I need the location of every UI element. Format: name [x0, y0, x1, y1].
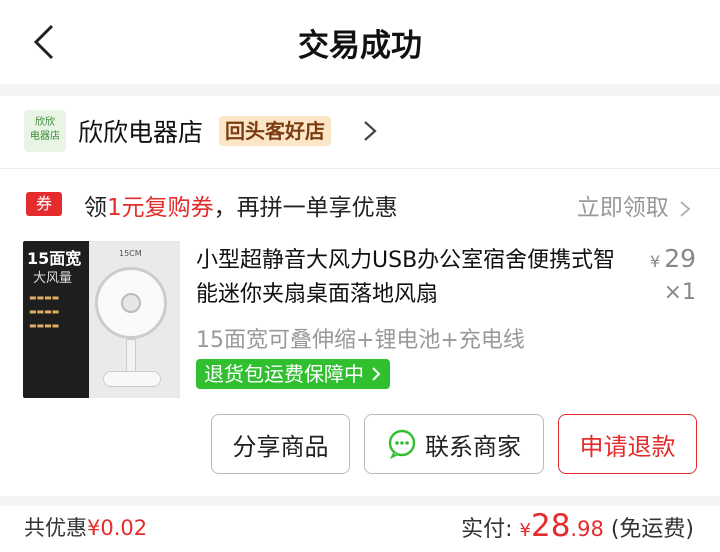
paid-amount: ¥28.98 — [519, 508, 604, 544]
product-quantity: ×1 — [663, 280, 696, 305]
payment-summary: 共优惠¥0.02 实付: ¥28.98 (免运费) — [0, 506, 720, 552]
coupon-suffix: ，再拼一单享优惠 — [213, 195, 398, 221]
claim-coupon-label: 立即领取 — [576, 195, 669, 221]
contact-seller-label: 联系商家 — [425, 432, 521, 461]
paid-integer: 28 — [530, 508, 571, 544]
chevron-right-icon[interactable] — [359, 118, 381, 144]
chevron-right-icon — [680, 200, 691, 217]
savings-summary: 共优惠¥0.02 — [24, 512, 147, 542]
store-logo[interactable]: 欣欣 电器店 — [24, 110, 66, 152]
request-refund-button[interactable]: 申请退款 — [558, 414, 697, 474]
coupon-highlight: 1元复购券 — [107, 195, 214, 221]
paid-summary: 实付: ¥28.98 (免运费) — [461, 508, 694, 544]
store-logo-line2: 电器店 — [30, 131, 60, 142]
divider — [0, 168, 720, 169]
page-title: 交易成功 — [298, 28, 422, 64]
product-image-size: 15CM — [119, 249, 142, 258]
contact-seller-button[interactable]: 联系商家 — [364, 414, 544, 474]
product-image[interactable]: 15面宽 大风量 15CM ▬▬▬▬ ▬▬▬▬ ▬▬▬▬ — [23, 241, 180, 398]
guarantee-badge[interactable]: 退货包运费保障中 — [196, 359, 391, 389]
share-product-button[interactable]: 分享商品 — [211, 414, 350, 474]
store-badge: 回头客好店 — [219, 116, 331, 146]
claim-coupon-link[interactable]: 立即领取 — [577, 188, 692, 222]
store-logo-line1: 欣欣 — [35, 117, 55, 128]
top-bar: 交易成功 — [0, 0, 720, 84]
paid-decimal: .98 — [570, 517, 604, 541]
chevron-right-icon — [372, 367, 381, 381]
coupon-text: 领1元复购券，再拼一单享优惠 — [84, 188, 398, 222]
guarantee-label: 退货包运费保障中 — [204, 362, 364, 386]
coupon-prefix: 领 — [84, 195, 107, 221]
product-price: ¥29 — [650, 244, 696, 273]
product-image-subtitle: 大风量 — [33, 271, 73, 286]
order-card: 欣欣 电器店 欣欣电器店 回头客好店 券 领1元复购券，再拼一单享优惠 立即领取… — [0, 96, 720, 496]
savings-amount: ¥0.02 — [87, 516, 148, 540]
price-symbol: ¥ — [650, 252, 661, 271]
product-image-title: 15面宽 — [27, 249, 82, 268]
store-name[interactable]: 欣欣电器店 — [78, 113, 203, 149]
shipping-note: (免运费) — [610, 517, 694, 542]
coupon-tag: 券 — [26, 192, 62, 216]
product-spec: 15面宽可叠伸缩+锂电池+充电线 — [196, 328, 525, 353]
product-title[interactable]: 小型超静音大风力USB办公室宿舍便携式智能迷你夹扇桌面落地风扇 — [196, 244, 616, 312]
savings-label: 共优惠 — [24, 516, 87, 540]
chat-bubble-icon — [388, 429, 416, 459]
paid-symbol: ¥ — [519, 520, 531, 541]
price-value: 29 — [664, 244, 696, 273]
paid-label: 实付: — [461, 517, 513, 542]
